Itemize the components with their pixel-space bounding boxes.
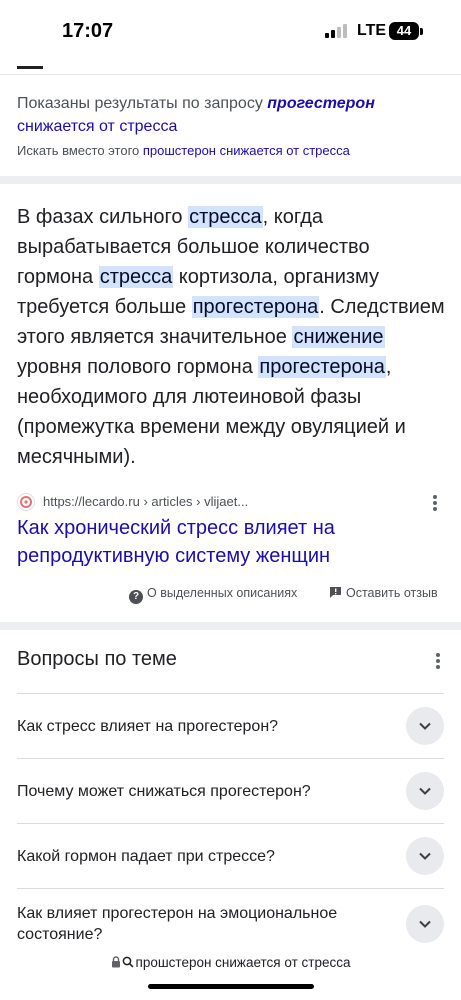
corrected-query-rest[interactable]: снижается от стресса xyxy=(17,118,177,135)
showing-results-for: Показаны результаты по запросу прогестер… xyxy=(17,95,375,135)
battery-nub xyxy=(420,28,423,35)
section-separator xyxy=(0,176,461,184)
home-indicator[interactable] xyxy=(148,984,314,989)
feedback-link[interactable]: Оставить отзыв xyxy=(329,586,438,606)
featured-snippet-text: В фазах сильного стресса, когда вырабаты… xyxy=(17,206,445,468)
feedback-icon xyxy=(330,587,341,598)
help-icon: ? xyxy=(129,590,143,604)
result-title-link[interactable]: Как хронический стресс влияет на репроду… xyxy=(17,514,447,570)
section-separator xyxy=(0,622,461,630)
question-text: Как стресс влияет на прогестерон? xyxy=(17,718,279,735)
question-text: Почему может снижаться прогестерон? xyxy=(17,783,311,800)
related-questions-more-icon[interactable] xyxy=(436,653,440,671)
source-url: https://lecardo.ru › articles › vlijaet.… xyxy=(43,494,249,509)
question-row[interactable]: Почему может снижаться прогестерон? xyxy=(17,758,444,824)
question-text: Какой гормон падает при стрессе? xyxy=(17,848,275,865)
status-bar: 17:07 LTE 44 xyxy=(0,0,461,64)
search-instead: Искать вместо этого прошстерон снижается… xyxy=(17,143,350,158)
about-snippets-link[interactable]: ? О выделенных описаниях xyxy=(129,586,297,606)
battery-icon: 44 xyxy=(389,22,419,40)
chevron-down-icon[interactable] xyxy=(406,772,444,810)
lock-icon xyxy=(111,956,120,968)
related-questions-title: Вопросы по теме xyxy=(17,648,177,670)
result-source[interactable]: https://lecardo.ru › articles › vlijaet.… xyxy=(17,492,447,512)
signal-icon xyxy=(325,24,347,38)
search-icon xyxy=(122,956,133,968)
address-bar[interactable]: прошстерон снижается от стресса xyxy=(0,955,461,977)
clock: 17:07 xyxy=(62,20,114,42)
spelling-correction: Показаны результаты по запросу прогестер… xyxy=(17,92,447,158)
chevron-down-icon[interactable] xyxy=(406,707,444,745)
tab-indicator xyxy=(17,66,43,69)
result-more-icon[interactable] xyxy=(433,495,437,513)
search-instead-link[interactable]: прошстерон снижается от стресса xyxy=(143,143,350,158)
chevron-down-icon[interactable] xyxy=(406,837,444,875)
address-text: прошстерон снижается от стресса xyxy=(135,955,351,970)
question-row[interactable]: Какой гормон падает при стрессе? xyxy=(17,823,444,889)
question-text: Как влияет прогестерон на эмоциональное … xyxy=(17,905,338,943)
question-row[interactable]: Как влияет прогестерон на эмоциональное … xyxy=(17,888,444,951)
network-label: LTE xyxy=(357,22,387,39)
corrected-query-link[interactable]: прогестерон xyxy=(267,95,375,112)
site-favicon-icon xyxy=(17,493,35,511)
divider xyxy=(0,74,461,75)
chevron-down-icon[interactable] xyxy=(406,905,444,943)
question-row[interactable]: Как стресс влияет на прогестерон? xyxy=(17,693,444,759)
